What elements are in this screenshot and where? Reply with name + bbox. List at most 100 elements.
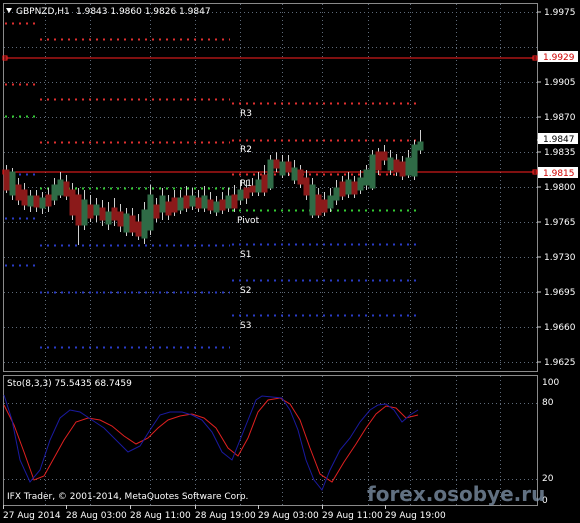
candle-bearish [171,197,178,213]
price-tick-label: 1.9870 [544,113,576,123]
stochastic-signal-line [3,397,419,483]
candle-bearish [375,151,382,171]
svg-text:1.9847: 1.9847 [543,135,575,145]
candle-bearish [111,207,118,221]
r3-label: R3 [240,109,252,119]
candle-bearish [87,204,94,219]
s2-label: S2 [240,286,251,296]
s1-label: S1 [240,250,251,260]
candle-bullish [267,159,274,189]
candle-bullish [213,201,220,213]
candle-bullish [357,177,364,191]
grid [4,4,537,505]
candle-bearish [33,195,40,208]
horizontal-lines [2,55,541,175]
candle-bullish [417,141,424,151]
candle-bullish [237,189,244,201]
candle-bullish [405,157,412,176]
current-price-box: 1.9847 [538,133,578,145]
price-tick-label: 1.9625 [544,358,576,368]
chart-dropdown-icon[interactable] [6,8,12,13]
candle-bearish [3,169,10,191]
candle-bearish [219,199,226,211]
candle-bullish [51,184,58,201]
price-tick-label: 1.9800 [544,183,576,193]
stochastic-main-line [3,394,419,491]
candle-bullish [201,195,208,209]
candle-bullish [255,179,262,193]
price-tick-label: 1.9835 [544,148,576,158]
candle-bearish [285,161,292,173]
candle-bullish [93,204,100,216]
time-label: 29 Aug 03:00 [258,511,319,521]
osc-level-80: 80 [542,398,554,408]
candle-bullish [225,195,232,209]
stochastic-label: Sto(8,3,3) 75.5435 68.7459 [7,379,132,389]
candle-bearish [351,181,358,195]
candle-bullish [159,195,166,213]
candle-bullish [363,169,370,186]
candle-bearish [339,181,346,197]
candle-bullish [81,199,88,226]
price-tick-label: 1.9905 [544,78,576,88]
time-label: 27 Aug 2014 [3,511,61,521]
s3-label: S3 [240,321,251,331]
candle-bearish [99,207,106,221]
symbol-timeframe: GBPNZD,H1 [16,7,70,17]
time-label: 28 Aug 11:00 [130,511,191,521]
candle-bearish [153,204,160,219]
candle-bullish [57,179,64,196]
candle-bearish [69,189,76,216]
svg-text:1.9929: 1.9929 [543,53,575,63]
pivot-label: Pivot [237,216,260,226]
copyright-text: IFX Trader, © 2001-2014, MetaQuotes Soft… [7,492,248,502]
candle-bullish [177,197,184,211]
time-label: 29 Aug 11:00 [322,511,383,521]
candle-bearish [231,194,238,209]
price-tick-label: 1.9765 [544,218,576,228]
candle-bearish [183,195,190,209]
hline-top-price-box: 1.9929 [538,51,578,63]
watermark: forex.osobye.ru [367,482,545,506]
candle-bullish [279,161,286,176]
candle-bearish [273,159,280,169]
candle-bearish [261,174,268,193]
time-axis: 27 Aug 2014 28 Aug 03:00 28 Aug 11:00 28 Au… [3,505,446,521]
candle-bullish [141,209,148,239]
candle-bullish [333,187,340,201]
ohlc-values: 1.9843 1.9860 1.9826 1.9847 [76,7,211,17]
candle-bearish [129,215,136,233]
candle-bullish [123,213,130,233]
time-label: 28 Aug 03:00 [66,511,127,521]
candle-bearish [381,151,388,161]
price-tick-label: 1.9730 [544,253,576,263]
candle-bearish [165,201,172,216]
candle-bearish [297,169,304,185]
candle-bearish [195,197,202,209]
candle-bullish [387,157,394,171]
r2-label: R2 [240,145,252,155]
candle-bearish [45,194,52,207]
candle-bearish [207,199,214,211]
candle-bullish [327,195,334,209]
svg-text:1.9815: 1.9815 [543,169,575,179]
candle-bearish [135,221,142,237]
trading-chart[interactable]: R3 R2 R1 Pivot S1 S2 S3 GBPNZD,H1 1.9843… [0,0,580,523]
hline-mid-price-box: 1.9815 [538,167,578,179]
candle-bearish [63,181,70,197]
candle-bullish [369,154,376,189]
candle-bearish [399,161,406,177]
candle-bullish [345,179,352,195]
candle-bearish [321,199,328,213]
price-tick-label: 1.9975 [544,8,576,18]
candle-bullish [39,197,46,209]
candle-bearish [393,159,400,173]
r1-label: R1 [240,179,252,189]
candlesticks[interactable] [3,130,424,245]
candle-bullish [309,184,316,216]
osc-level-100: 100 [542,378,559,388]
candle-bullish [105,211,112,225]
candle-bearish [117,211,124,227]
candle-bullish [147,194,154,231]
candle-bullish [189,195,196,207]
